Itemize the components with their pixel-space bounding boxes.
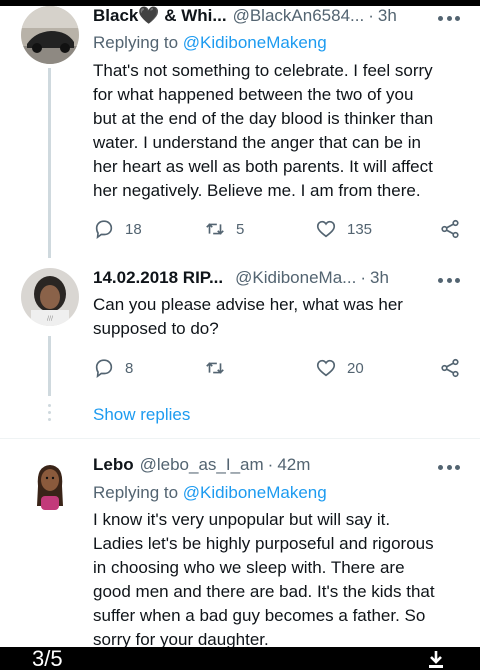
text-line: I know it's very unpopular but will say … — [93, 510, 391, 529]
svg-text:///: /// — [47, 315, 54, 322]
page-counter: 3/5 — [32, 646, 63, 670]
like-button[interactable]: 20 — [315, 356, 364, 380]
replying-to: Replying to @KidiboneMakeng — [93, 483, 327, 503]
share-icon — [441, 219, 459, 239]
separator-dot: · — [360, 268, 367, 287]
mention-link[interactable]: @KidiboneMakeng — [183, 483, 327, 502]
like-count: 20 — [347, 359, 364, 377]
text-line: supposed to do? — [93, 319, 219, 338]
more-icon[interactable] — [438, 275, 460, 285]
tweet-actions: 18 5 135 — [93, 217, 465, 241]
user-handle[interactable]: @lebo_as_I_am — [140, 455, 264, 475]
replying-to: Replying to @KidiboneMakeng — [93, 33, 327, 53]
text-line: her heart as well as both parents. It wi… — [93, 157, 433, 176]
retweet-button[interactable]: 5 — [204, 217, 244, 241]
share-icon — [441, 358, 459, 378]
text-line: her negatively. Believe me. I am from th… — [93, 181, 421, 200]
text-line: That's not something to celebrate. I fee… — [93, 61, 433, 80]
more-icon[interactable] — [438, 13, 460, 23]
text-line: Can you please advise her, what was her — [93, 295, 403, 314]
share-button[interactable] — [439, 356, 461, 380]
tweet-header: Black🖤 & Whi... @BlackAn6584... · 3h — [93, 6, 397, 26]
thread-line — [48, 336, 51, 396]
avatar[interactable]: /// — [21, 268, 79, 326]
tweet-text: That's not something to celebrate. I fee… — [93, 59, 465, 203]
retweet-icon — [206, 362, 224, 374]
reply-count: 18 — [125, 220, 142, 238]
tweet-3[interactable]: Lebo @lebo_as_I_am · 42m Replying to @Ki… — [0, 439, 480, 649]
text-line: for what happened between the two of you — [93, 85, 414, 104]
reply-icon — [95, 359, 113, 379]
retweet-icon — [206, 223, 224, 235]
thread-dots — [48, 404, 51, 425]
tweet-1[interactable]: Black🖤 & Whi... @BlackAn6584... · 3h Rep… — [0, 0, 480, 258]
text-line: Ladies let's be highly purposeful and ri… — [93, 534, 434, 553]
replying-to-label: Replying to — [93, 33, 179, 52]
display-name[interactable]: 14.02.2018 RIP... — [93, 268, 223, 288]
separator-dot: · — [368, 6, 374, 25]
reply-count: 8 — [125, 359, 134, 377]
show-replies-link[interactable]: Show replies — [93, 405, 190, 425]
text-line: suffer when a bad guy becomes a father. … — [93, 606, 426, 625]
text-line: good men and there are bad. It's the kid… — [93, 582, 435, 601]
tweet-header: Lebo @lebo_as_I_am · 42m — [93, 455, 310, 475]
text-line: but at the end of the day blood is think… — [93, 109, 434, 128]
tweet-2[interactable]: /// 14.02.2018 RIP... @KidiboneMa... · 3… — [0, 258, 480, 398]
reply-button[interactable]: 18 — [93, 217, 142, 241]
display-name[interactable]: Black🖤 & Whi... — [93, 6, 227, 26]
replying-to-label: Replying to — [93, 483, 179, 502]
tweet-actions: 8 20 — [93, 356, 465, 380]
like-count: 135 — [347, 220, 373, 238]
tweet-text: I know it's very unpopular but will say … — [93, 508, 465, 652]
text-line: water. I understand the anger that can b… — [93, 133, 421, 152]
timestamp[interactable]: 3h — [370, 268, 389, 288]
timestamp[interactable]: 42m — [277, 455, 310, 475]
heart-icon — [316, 220, 336, 238]
reply-icon — [95, 220, 113, 240]
download-icon[interactable] — [426, 649, 446, 669]
user-handle[interactable]: @BlackAn6584... — [233, 6, 365, 26]
more-icon[interactable] — [438, 462, 460, 472]
text-line: in choosing who we sleep with. There are — [93, 558, 405, 577]
timestamp[interactable]: 3h — [378, 6, 397, 26]
like-button[interactable]: 135 — [315, 217, 372, 241]
tweet-header: 14.02.2018 RIP... @KidiboneMa... · 3h — [93, 268, 389, 288]
retweet-count: 5 — [236, 220, 245, 238]
avatar[interactable] — [21, 6, 79, 64]
tweet-text: Can you please advise her, what was her … — [93, 293, 465, 341]
bottom-bar — [0, 647, 480, 670]
heart-icon — [316, 359, 336, 377]
share-button[interactable] — [439, 217, 461, 241]
display-name[interactable]: Lebo — [93, 455, 134, 475]
thread-line — [48, 68, 51, 258]
retweet-button[interactable] — [204, 356, 226, 380]
user-handle[interactable]: @KidiboneMa... — [235, 268, 356, 288]
reply-button[interactable]: 8 — [93, 356, 133, 380]
mention-link[interactable]: @KidiboneMakeng — [183, 33, 327, 52]
separator-dot: · — [267, 455, 274, 474]
avatar[interactable] — [21, 456, 79, 514]
